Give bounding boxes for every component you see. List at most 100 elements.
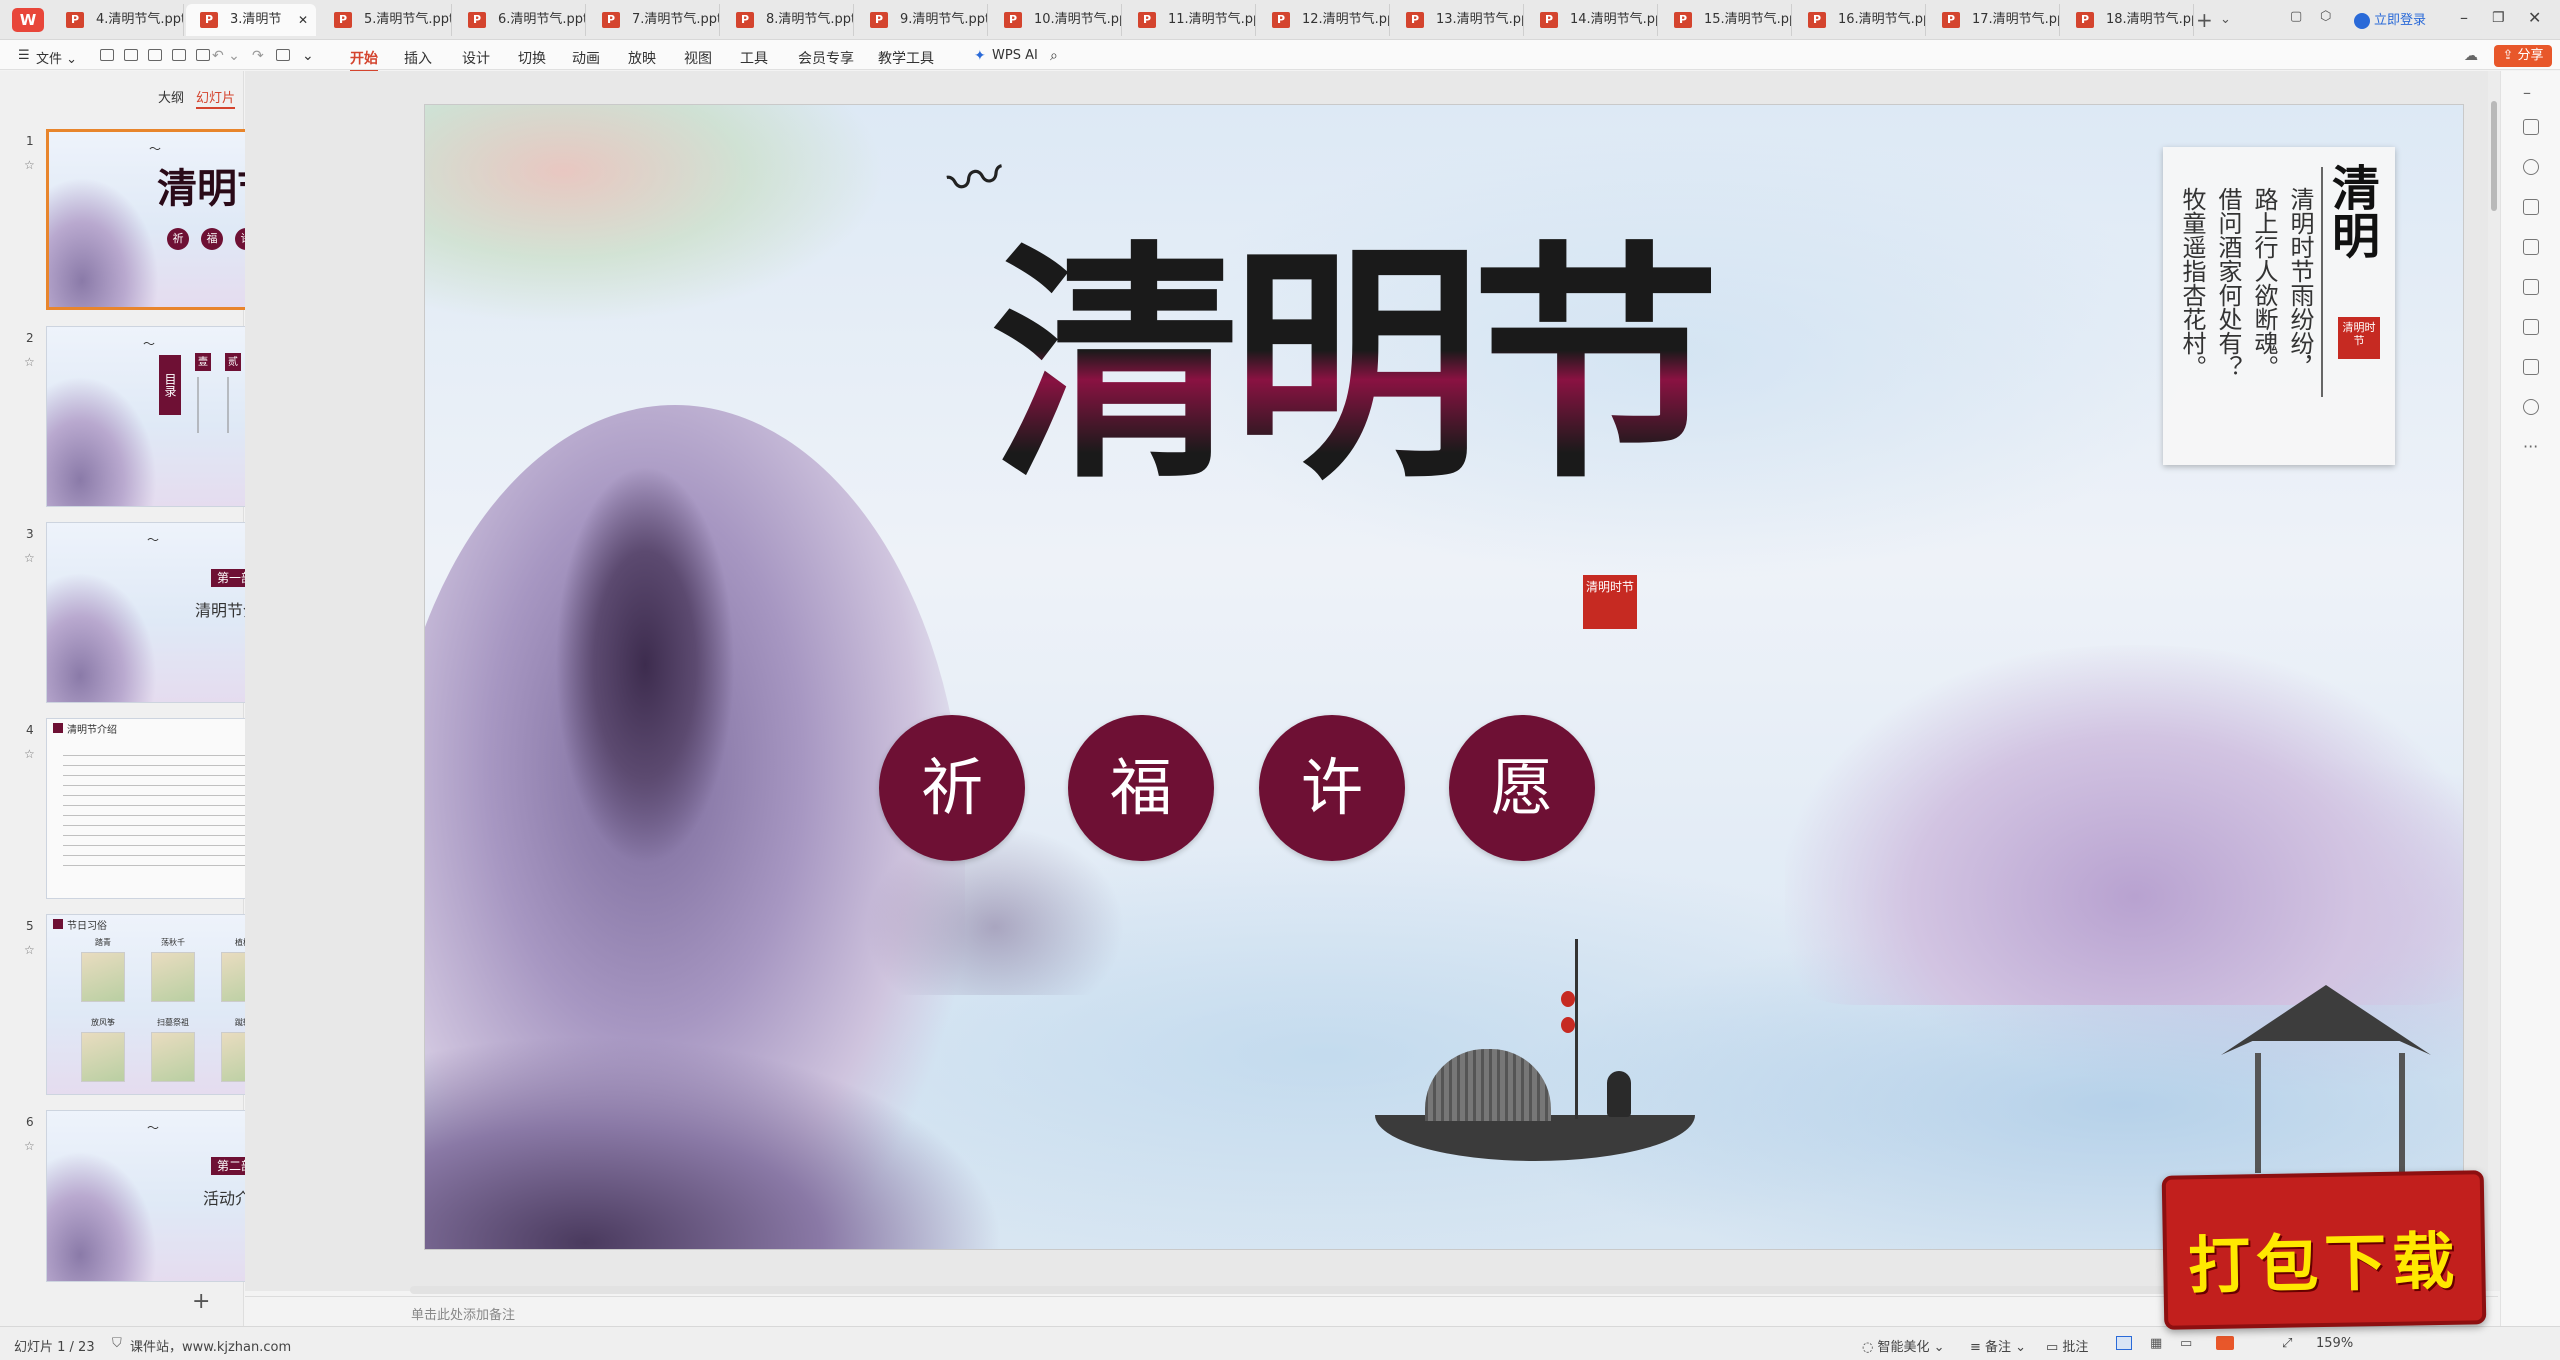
slide-sorter-icon[interactable]: ▦: [2150, 1336, 2162, 1351]
copy-icon[interactable]: [2523, 199, 2539, 215]
menu-7[interactable]: 视图: [684, 48, 712, 68]
wps-logo-icon[interactable]: W: [12, 8, 44, 32]
undo-icon[interactable]: ↶ ⌄: [212, 48, 240, 64]
minimize-button[interactable]: –: [2460, 8, 2468, 27]
help-icon[interactable]: [2523, 399, 2539, 415]
menu-3[interactable]: 设计: [462, 48, 490, 68]
tab-3[interactable]: P 5.清明节气.pptx: [320, 4, 452, 36]
search-icon[interactable]: ⌕: [1050, 48, 1058, 64]
fit-icon[interactable]: ⤢: [2282, 1336, 2292, 1351]
tag-icon[interactable]: [2523, 359, 2539, 375]
tab-12[interactable]: P 14.清明节气.ppt: [1526, 4, 1658, 36]
menu-2[interactable]: 插入: [404, 48, 432, 68]
poem-divider: [2321, 167, 2323, 397]
tab-11[interactable]: P 13.清明节气.ppt: [1392, 4, 1524, 36]
scrollbar-thumb[interactable]: [2491, 101, 2497, 211]
vertical-scrollbar[interactable]: [2488, 71, 2500, 1291]
notes-placeholder[interactable]: 单击此处添加备注: [411, 1304, 515, 1323]
menu-6[interactable]: 放映: [628, 48, 656, 68]
close-tab-icon[interactable]: ✕: [298, 4, 308, 36]
book-icon[interactable]: [2523, 319, 2539, 335]
tab-14[interactable]: P 16.清明节气.ppt: [1794, 4, 1926, 36]
wps-ai-icon[interactable]: ✦: [974, 48, 986, 64]
tab-7[interactable]: P 9.清明节气.pptx: [856, 4, 988, 36]
menu-9[interactable]: 会员专享: [798, 48, 854, 68]
zoom-level[interactable]: 159%: [2316, 1336, 2353, 1351]
preview-icon[interactable]: [172, 49, 186, 61]
star-icon[interactable]: ☆: [24, 943, 35, 957]
reading-view-icon[interactable]: ▭: [2180, 1336, 2192, 1351]
tab-10[interactable]: P 12.清明节气.ppt: [1258, 4, 1390, 36]
normal-view-icon[interactable]: [2116, 1336, 2132, 1350]
menu-1[interactable]: 开始: [350, 48, 378, 72]
slide-canvas[interactable]: 〰 清明节 清明时节 祈 福 许 愿 清明 清明时节 清明时节雨纷纷， 路上行人…: [424, 104, 2464, 1250]
tab-list-chevron-icon[interactable]: ⌄: [2220, 12, 2231, 27]
smart-beautify-button[interactable]: ◌ 智能美化 ⌄: [1862, 1336, 1945, 1355]
poem-line-3: 借问酒家何处有？: [2214, 187, 2242, 379]
image-icon[interactable]: [2523, 239, 2539, 255]
adjust-icon[interactable]: [2523, 119, 2539, 135]
login-link[interactable]: 立即登录: [2354, 9, 2426, 29]
tab-16[interactable]: P 18.清明节气.ppt: [2062, 4, 2194, 36]
tab-8[interactable]: P 10.清明节气.ppt: [990, 4, 1122, 36]
tab-13[interactable]: P 15.清明节气.ppt: [1660, 4, 1792, 36]
tab-1[interactable]: P 4.清明节气.pptx: [52, 4, 184, 36]
star-icon[interactable]: ☆: [24, 355, 35, 369]
wps-ai-button[interactable]: WPS AI: [992, 48, 1038, 63]
new-tab-icon[interactable]: +: [2196, 8, 2213, 32]
tab-4[interactable]: P 6.清明节气.pptx: [454, 4, 586, 36]
tab-15[interactable]: P 17.清明节气.ppt: [1928, 4, 2060, 36]
file-menu[interactable]: 文件 ⌄: [36, 48, 77, 67]
star-icon[interactable]: ☆: [24, 551, 35, 565]
tab-slides[interactable]: 幻灯片: [196, 87, 236, 109]
cloud-icon[interactable]: ☁: [2464, 48, 2478, 64]
star-icon[interactable]: ☆: [24, 747, 35, 761]
add-slide-button[interactable]: +: [192, 1289, 210, 1314]
menu-5[interactable]: 动画: [572, 48, 600, 68]
notes-button[interactable]: ≡ 备注 ⌄: [1970, 1336, 2026, 1355]
format-painter-icon[interactable]: [196, 49, 210, 61]
pavilion-pillars-illustration: [2255, 1053, 2405, 1173]
hamburger-icon[interactable]: ☰: [18, 48, 30, 63]
tab-6[interactable]: P 8.清明节气.pptx: [722, 4, 854, 36]
magic-wand-icon[interactable]: [2523, 279, 2539, 295]
more-chevron-icon[interactable]: ⌄: [302, 48, 314, 64]
tab-9[interactable]: P 11.清明节气.ppt: [1124, 4, 1256, 36]
tab-label: 5.清明节气.pptx: [364, 12, 451, 27]
share-button[interactable]: ⇪ 分享: [2494, 45, 2552, 67]
thumb-number: 4: [26, 723, 34, 737]
pptx-file-icon: P: [736, 12, 754, 28]
notes-area[interactable]: 单击此处添加备注: [245, 1296, 2498, 1326]
window-layout-icon[interactable]: ▢: [2290, 9, 2302, 24]
export-icon[interactable]: [124, 49, 138, 61]
horizontal-scrollbar[interactable]: [410, 1286, 2350, 1294]
print-icon[interactable]: [148, 49, 162, 61]
shield-icon: ⛉: [112, 1336, 122, 1351]
cube-icon[interactable]: ⬡: [2320, 9, 2331, 24]
star-icon[interactable]: ☆: [24, 158, 35, 172]
redo-icon[interactable]: ↷: [252, 48, 264, 64]
swallow-icon: 〜: [147, 1121, 160, 1135]
save-icon[interactable]: [100, 49, 114, 61]
plum-tree-illustration: [865, 825, 1125, 995]
mountain-illustration: [47, 1151, 157, 1281]
restore-button[interactable]: ❐: [2492, 10, 2505, 26]
tab-5[interactable]: P 7.清明节气.pptx: [588, 4, 720, 36]
star-icon[interactable]: [2523, 159, 2539, 175]
swallow-icon: 〰: [941, 142, 1011, 219]
menu-8[interactable]: 工具: [740, 48, 768, 68]
tab-2[interactable]: P 3.清明节 ✕: [186, 4, 316, 36]
close-window-button[interactable]: ✕: [2528, 8, 2541, 27]
menu-4[interactable]: 切换: [518, 48, 546, 68]
tab-outline[interactable]: 大纲: [158, 87, 184, 106]
slide-layout-icon[interactable]: [276, 49, 290, 61]
more-icon[interactable]: ···: [2523, 437, 2538, 456]
play-icon[interactable]: [2216, 1336, 2234, 1350]
thumb-col-label: 壹: [195, 353, 211, 371]
mountain-illustration: [47, 376, 157, 506]
minimize-pane-icon[interactable]: –: [2523, 83, 2531, 102]
menu-10[interactable]: 教学工具: [878, 48, 934, 68]
comment-button[interactable]: ▭ 批注: [2046, 1336, 2088, 1355]
star-icon[interactable]: ☆: [24, 1139, 35, 1153]
download-badge[interactable]: 打包下载: [2161, 1170, 2487, 1330]
